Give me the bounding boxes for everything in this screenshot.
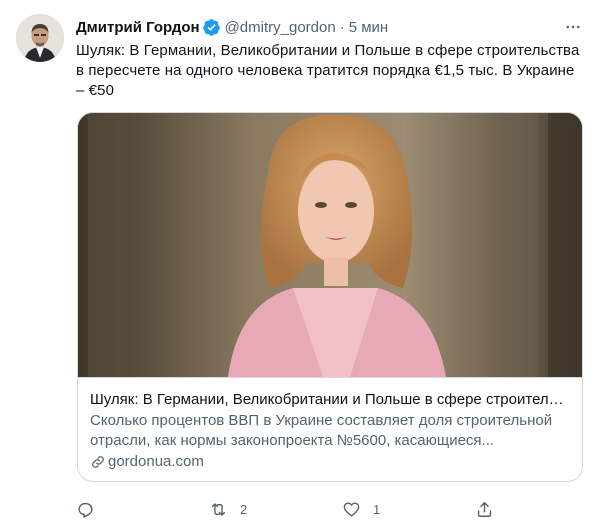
tweet-text: Шуляк: В Германии, Великобритании и Поль…	[76, 42, 580, 99]
like-count: 1	[373, 501, 381, 517]
card-domain-text: gordonua.com	[108, 453, 204, 470]
more-options-icon[interactable]	[560, 14, 586, 40]
share-button[interactable]	[475, 496, 506, 522]
retweet-button[interactable]: 2	[209, 496, 269, 522]
author-display-name[interactable]: Дмитрий Гордон	[76, 19, 200, 36]
retweet-count: 2	[240, 501, 248, 517]
tweet-header: Дмитрий Гордон @dmitry_gordon · 5 мин	[76, 16, 586, 38]
retweet-icon	[211, 502, 226, 516]
author-handle[interactable]: @dmitry_gordon	[225, 19, 336, 36]
card-domain: gordonua.com	[90, 452, 570, 472]
share-icon	[477, 501, 492, 517]
link-icon	[92, 456, 104, 468]
like-button[interactable]: 1	[342, 496, 402, 522]
tweet[interactable]: Дмитрий Гордон @dmitry_gordon · 5 мин Шу…	[0, 0, 600, 522]
card-image	[78, 113, 582, 377]
verified-badge-icon	[202, 18, 221, 37]
heart-icon	[343, 501, 360, 517]
card-title: Шуляк: В Германии, Великобритании и Поль…	[90, 391, 570, 408]
reply-button[interactable]	[76, 496, 136, 522]
tweet-actions: 2 1	[76, 496, 506, 522]
card-description: Сколько процентов ВВП в Украине составля…	[90, 412, 553, 449]
card-body: Шуляк: В Германии, Великобритании и Поль…	[78, 377, 582, 481]
tweet-timestamp[interactable]: 5 мин	[349, 19, 389, 36]
separator-dot: ·	[339, 18, 345, 36]
reply-icon	[78, 502, 93, 518]
avatar-image	[16, 14, 64, 62]
avatar[interactable]	[16, 14, 64, 62]
link-preview-card[interactable]: Шуляк: В Германии, Великобритании и Поль…	[77, 112, 583, 482]
